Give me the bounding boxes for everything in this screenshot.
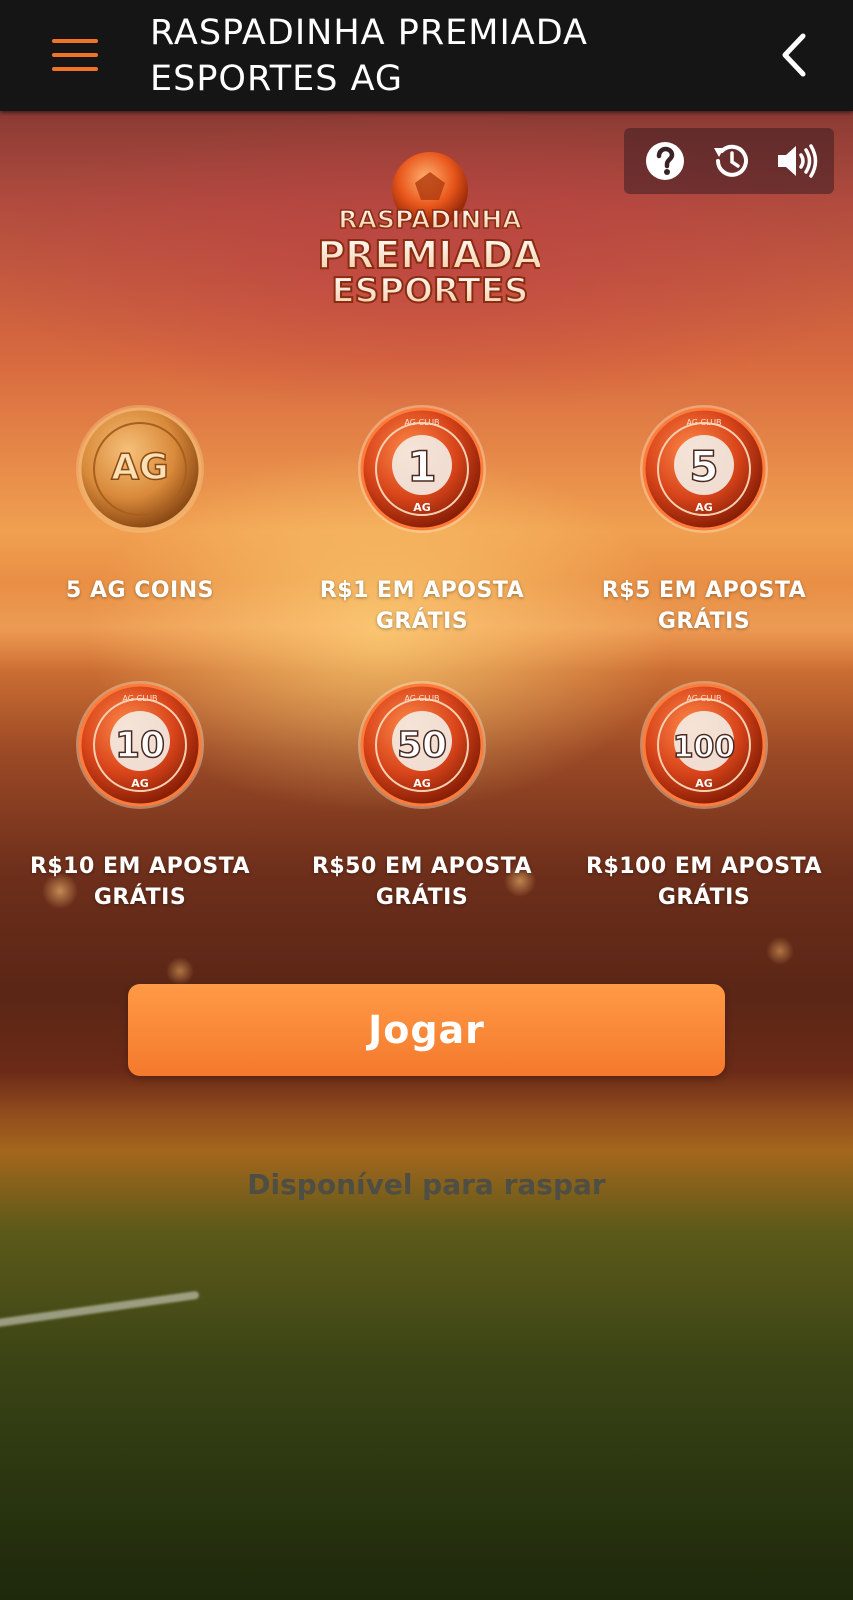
coin-ring-text: AG CLUB — [404, 694, 439, 703]
question-icon[interactable] — [644, 140, 686, 182]
ag-coin-icon: AG — [74, 403, 206, 535]
coin-value: AG — [111, 447, 168, 488]
field-line — [0, 1290, 200, 1330]
game-toolbar — [624, 128, 834, 194]
status-text: Disponível para raspar — [247, 1168, 606, 1201]
page-title: RASPADINHA PREMIADA ESPORTES AG — [150, 13, 588, 99]
coin-ring-text: AG CLUB — [686, 418, 721, 427]
prize-label: R$10 EM APOSTA GRÁTIS — [29, 854, 251, 910]
prize-label: R$100 EM APOSTA GRÁTIS — [586, 854, 822, 910]
top-bar: RASPADINHA PREMIADA ESPORTES AG — [0, 0, 853, 111]
prize-coin-icon: 1 AG AG CLUB — [356, 403, 488, 535]
prize-label: 5 AG COINS — [66, 578, 214, 603]
menu-bar — [52, 67, 98, 71]
coin-badge: AG — [413, 777, 431, 790]
menu-bar — [52, 39, 98, 43]
volume-icon[interactable] — [774, 140, 820, 182]
prize-coin-icon: 100 AG AG CLUB — [638, 679, 770, 811]
logo-line1: RASPADINHA — [338, 205, 522, 234]
prize-coin-icon: 50 AG AG CLUB — [356, 679, 488, 811]
coin-badge: AG — [695, 777, 713, 790]
coin-badge: AG — [131, 777, 149, 790]
game-logo: RASPADINHA PREMIADA ESPORTES — [316, 150, 544, 325]
prize-coin-icon: 10 AG AG CLUB — [74, 679, 206, 811]
menu-bar — [52, 53, 98, 57]
coin-value: 100 — [673, 730, 736, 765]
coin-ring-text: AG CLUB — [122, 694, 157, 703]
coin-value: 5 — [689, 442, 718, 491]
prize-label: R$5 EM APOSTA GRÁTIS — [601, 578, 807, 634]
coin-ring-text: AG CLUB — [404, 418, 439, 427]
logo-line3: ESPORTES — [331, 271, 528, 311]
hamburger-menu-icon[interactable] — [48, 34, 102, 76]
coin-ring-text: AG CLUB — [686, 694, 721, 703]
app-root: RASPADINHA PREMIADA ESPORTES AG RASPADIN… — [0, 0, 853, 1600]
prize-label: R$50 EM APOSTA GRÁTIS — [311, 854, 533, 910]
chevron-left-icon[interactable] — [773, 30, 817, 80]
play-button[interactable]: Jogar — [128, 984, 725, 1076]
coin-value: 50 — [397, 725, 447, 766]
coin-value: 10 — [115, 725, 165, 766]
prize-coin-icon: 5 AG AG CLUB — [638, 403, 770, 535]
history-icon[interactable] — [710, 140, 752, 182]
coin-badge: AG — [413, 501, 431, 514]
prize-label: R$1 EM APOSTA GRÁTIS — [319, 578, 525, 634]
coin-value: 1 — [407, 442, 436, 491]
coin-badge: AG — [695, 501, 713, 514]
